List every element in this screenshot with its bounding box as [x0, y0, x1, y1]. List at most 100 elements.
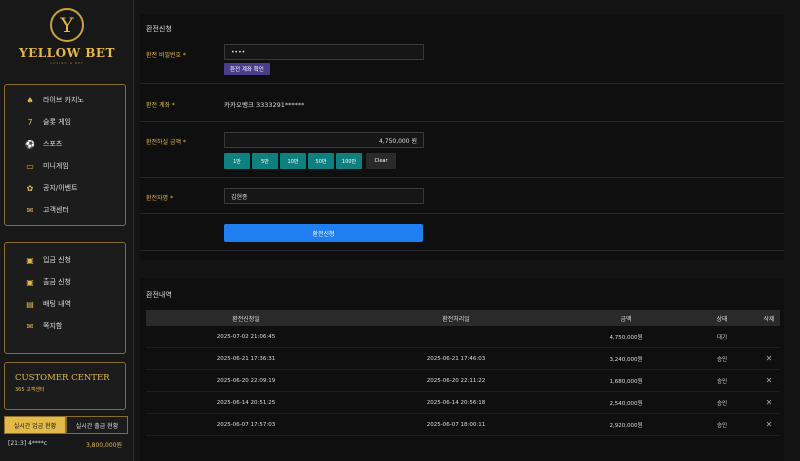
processed-date: 2025-06-07 18:00:11	[426, 421, 486, 428]
table-row: 2025-06-14 20:51:25 2025-06-14 20:56:18 2,…	[146, 392, 780, 414]
sidebar-item-label: 쪽지함	[43, 322, 63, 330]
col-status: 상태	[716, 315, 728, 323]
sidebar-item-label: 고객센터	[43, 206, 69, 214]
col-delete: 삭제	[763, 315, 775, 323]
requested-date: 2025-06-14 20:51:25	[216, 399, 276, 406]
list-icon: ▤	[26, 299, 34, 309]
history-table-header: 환전신청일 환전처리일 금액 상태 삭제	[146, 310, 780, 326]
sidebar-item-menu2-3[interactable]: ✉ 쪽지함	[5, 315, 125, 337]
realtime-tabs: 실시간 입금 현황 실시간 출금 현황	[4, 416, 128, 434]
sidebar-item-menu1-1[interactable]: 7 슬롯 게임	[5, 111, 125, 133]
amount-button-50k[interactable]: 5만	[252, 153, 278, 169]
sidebar-item-menu2-2[interactable]: ▤ 배팅 내역	[5, 293, 125, 315]
processed-date: 2025-06-14 20:56:18	[426, 399, 486, 406]
holder-input[interactable]: 김현종	[224, 188, 424, 204]
submit-withdraw-button[interactable]: 환전신청	[224, 224, 423, 242]
status-badge: 승인	[716, 400, 728, 407]
logo-emblem-icon: Y	[50, 8, 84, 42]
gift-icon: ✿	[26, 183, 34, 193]
realtime-amount: 3,800,000원	[85, 442, 122, 449]
sidebar-item-label: 라이브 카지노	[43, 96, 84, 104]
delete-icon[interactable]: ✕	[758, 348, 780, 369]
requested-date: 2025-06-07 17:57:03	[216, 421, 276, 428]
deposit-icon: ▣	[26, 255, 34, 265]
col-requested: 환전신청일	[232, 315, 260, 323]
amount: 2,540,000원	[609, 400, 643, 407]
status-badge: 대기	[716, 334, 728, 341]
account-menu: ▣ 입금 신청 ▣ 출금 신청 ▤ 배팅 내역 ✉ 쪽지함	[4, 242, 126, 354]
requested-date: 2025-06-20 22:09:19	[216, 377, 276, 384]
sidebar-item-label: 스포츠	[43, 140, 63, 148]
password-input[interactable]: ••••	[224, 44, 424, 60]
spade-icon: ♠	[26, 95, 34, 105]
delete-cell-empty	[758, 326, 780, 347]
slot-seven-icon: 7	[27, 117, 33, 127]
monitor-icon: ▭	[26, 161, 34, 171]
processed-date	[346, 326, 566, 347]
table-row: 2025-06-20 22:09:19 2025-06-20 22:11:22 1,…	[146, 370, 780, 392]
amount: 4,750,000원	[609, 334, 643, 341]
table-row: 2025-07-02 21:06:45 4,750,000원 대기	[146, 326, 780, 348]
clear-button[interactable]: Clear	[366, 153, 396, 169]
realtime-row: [21:3] 4****c 3,800,000원	[8, 440, 122, 449]
status-badge: 승인	[716, 422, 728, 429]
sidebar-item-label: 출금 신청	[43, 278, 71, 286]
game-menu: ♠ 라이브 카지노 7 슬롯 게임 ⚽ 스포츠 ▭ 미니게임 ✿ 공지/이벤트 ✉ 고객센터	[4, 84, 126, 226]
mail-icon: ✉	[26, 205, 34, 215]
sidebar-item-menu1-3[interactable]: ▭ 미니게임	[5, 155, 125, 177]
sidebar-item-label: 슬롯 게임	[43, 118, 71, 126]
col-amount: 금액	[620, 315, 632, 323]
amount: 1,680,000원	[609, 378, 643, 385]
amount: 2,920,000원	[609, 422, 643, 429]
holder-row: 환전자명 * 김현종	[140, 178, 784, 214]
amount-button-100k[interactable]: 10만	[280, 153, 306, 169]
delete-icon[interactable]: ✕	[758, 392, 780, 413]
account-value: 카카오뱅크 3333291******	[224, 101, 305, 109]
sidebar-item-label: 미니게임	[43, 162, 69, 170]
history-title: 환전내역	[146, 291, 172, 299]
customer-center-title: CUSTOMER CENTER	[15, 373, 110, 383]
amount-button-1m[interactable]: 100만	[336, 153, 362, 169]
verify-account-button[interactable]: 환전 계좌 확인	[224, 63, 270, 75]
sidebar: Y YELLOW BET CASINO & BET ♠ 라이브 카지노 7 슬롯 게임…	[0, 0, 134, 461]
table-row: 2025-06-21 17:36:31 2025-06-21 17:46:03 3,…	[146, 348, 780, 370]
delete-icon[interactable]: ✕	[758, 414, 780, 435]
logo-subtext: CASINO & BET	[50, 61, 84, 65]
form-title: 환전신청	[146, 25, 172, 33]
sidebar-item-menu2-1[interactable]: ▣ 출금 신청	[5, 271, 125, 293]
status-badge: 승인	[716, 378, 728, 385]
message-icon: ✉	[26, 321, 34, 331]
account-row: 환전 계좌 * 카카오뱅크 3333291******	[140, 84, 784, 122]
amount-input[interactable]: 4,750,000 원	[224, 132, 424, 148]
soccer-ball-icon: ⚽	[25, 139, 35, 149]
delete-icon[interactable]: ✕	[758, 370, 780, 391]
sidebar-item-label: 입금 신청	[43, 256, 71, 264]
processed-date: 2025-06-20 22:11:22	[426, 377, 486, 384]
status-badge: 승인	[716, 356, 728, 363]
table-row: 2025-06-07 17:57:03 2025-06-07 18:00:11 2,…	[146, 414, 780, 436]
sidebar-item-label: 배팅 내역	[43, 300, 71, 308]
sidebar-item-menu1-5[interactable]: ✉ 고객센터	[5, 199, 125, 221]
amount: 3,240,000원	[609, 356, 643, 363]
password-label: 환전 비밀번호 *	[146, 52, 186, 59]
account-label: 환전 계좌 *	[146, 102, 175, 109]
withdraw-form-panel: 환전신청 환전 비밀번호 * •••• 환전 계좌 확인 환전 계좌 * 카카오…	[140, 14, 784, 260]
tab-realtime-withdraw[interactable]: 실시간 출금 현황	[66, 416, 128, 434]
customer-center-banner[interactable]: CUSTOMER CENTER 365 고객센터	[4, 362, 126, 410]
sidebar-item-menu1-4[interactable]: ✿ 공지/이벤트	[5, 177, 125, 199]
logo[interactable]: Y YELLOW BET CASINO & BET	[0, 8, 134, 74]
sidebar-item-menu1-2[interactable]: ⚽ 스포츠	[5, 133, 125, 155]
amount-button-500k[interactable]: 50만	[308, 153, 334, 169]
processed-date: 2025-06-21 17:46:03	[426, 355, 486, 362]
holder-label: 환전자명 *	[146, 195, 173, 202]
customer-center-sub: 365 고객센터	[15, 387, 45, 393]
sidebar-item-menu2-0[interactable]: ▣ 입금 신청	[5, 249, 125, 271]
tab-realtime-deposit[interactable]: 실시간 입금 현황	[4, 416, 66, 434]
amount-button-10k[interactable]: 1만	[224, 153, 250, 169]
realtime-user: [21:3] 4****c	[8, 440, 48, 447]
col-processed: 환전처리일	[442, 315, 470, 323]
withdraw-icon: ▣	[26, 277, 34, 287]
sidebar-item-menu1-0[interactable]: ♠ 라이브 카지노	[5, 89, 125, 111]
requested-date: 2025-07-02 21:06:45	[216, 333, 276, 340]
password-row: 환전 비밀번호 * •••• 환전 계좌 확인	[140, 38, 784, 84]
